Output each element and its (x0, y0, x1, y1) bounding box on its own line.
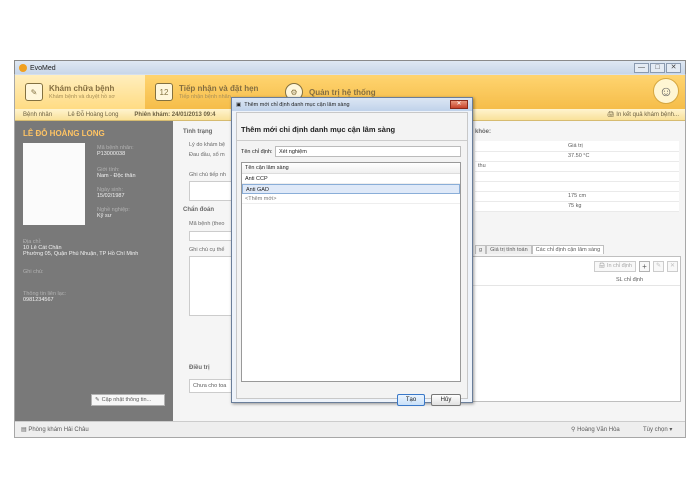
lab-test-list: Tên cận lâm sàng Anti CCP Anti GAD <Thêm… (241, 162, 461, 382)
add-lab-order-dialog: ▣ Thêm mới chỉ định danh mục cận lâm sàn… (231, 97, 473, 406)
list-item-add-new[interactable]: <Thêm mới> (242, 194, 460, 204)
title-bar: EvoMed — □ ✕ (15, 61, 685, 75)
create-button[interactable]: Tạo (397, 394, 425, 406)
dialog-title-bar: ▣ Thêm mới chỉ định danh mục cận lâm sàn… (232, 98, 472, 111)
dialog-body: Thêm mới chỉ định danh mục cận lâm sàng … (236, 112, 468, 406)
dialog-title: Thêm mới chỉ định danh mục cận lâm sàng (244, 101, 350, 108)
maximize-button[interactable]: □ (650, 63, 665, 73)
app-logo-icon (19, 64, 27, 72)
lab-test-list-header: Tên cận lâm sàng (242, 163, 460, 174)
list-item-selected[interactable]: Anti GAD (242, 184, 460, 194)
list-item[interactable]: Anti CCP (242, 174, 460, 184)
dialog-heading: Thêm mới chỉ định danh mục cận lâm sàng (241, 125, 396, 134)
order-name-label: Tên chỉ định: (241, 149, 273, 155)
order-name-field[interactable]: Xét nghiệm (275, 146, 461, 157)
dialog-separator (237, 140, 467, 141)
minimize-button[interactable]: — (634, 63, 649, 73)
close-button[interactable]: ✕ (666, 63, 681, 73)
dialog-close-button[interactable]: ✕ (450, 100, 468, 109)
dialog-icon: ▣ (236, 101, 242, 108)
window-title: EvoMed (30, 64, 56, 72)
cancel-button[interactable]: Hủy (431, 394, 461, 406)
